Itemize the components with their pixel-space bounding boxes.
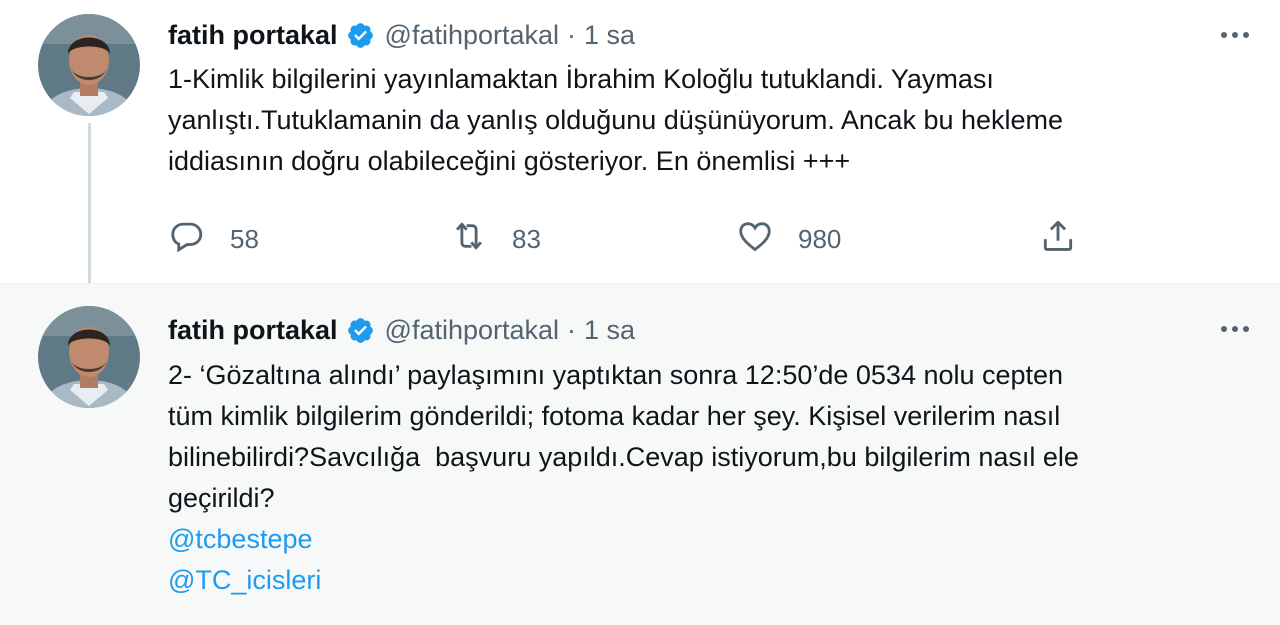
reply-count: 58	[230, 223, 259, 254]
author-name[interactable]: fatih portakal	[168, 315, 338, 346]
retweet-icon	[450, 217, 488, 262]
more-options-icon[interactable]	[1216, 314, 1254, 344]
tweet-header: fatih portakal @fatihportakal · 1 sa	[168, 15, 635, 55]
tweet-timestamp[interactable]: 1 sa	[584, 315, 635, 346]
tweet-2[interactable]: fatih portakal @fatihportakal · 1 sa 2- …	[0, 284, 1280, 625]
header-separator: ·	[567, 314, 577, 345]
mention-link[interactable]: @tcbestepe	[168, 524, 313, 554]
verified-badge-icon	[346, 21, 375, 50]
reply-button[interactable]: 58	[168, 214, 259, 264]
like-icon	[736, 217, 774, 262]
mention-link[interactable]: @TC_icisleri	[168, 565, 321, 595]
tweet-timestamp[interactable]: 1 sa	[584, 20, 635, 51]
avatar[interactable]	[38, 306, 140, 408]
reply-icon	[168, 217, 206, 262]
tweet-text: 1-Kimlik bilgilerini yayınlamaktan İbrah…	[168, 64, 1064, 176]
tweet-actions: 58 83 980	[168, 214, 1088, 264]
thread-connector-line	[88, 123, 91, 301]
more-options-icon[interactable]	[1216, 20, 1254, 50]
author-handle[interactable]: @fatihportakal	[385, 315, 560, 346]
header-separator: ·	[567, 19, 577, 50]
tweet-1[interactable]: fatih portakal @fatihportakal · 1 sa 1-K…	[0, 0, 1280, 301]
author-handle[interactable]: @fatihportakal	[385, 20, 560, 51]
tweet-body: 2- ‘Gözaltına alındı’ paylaşımını yaptık…	[168, 360, 1079, 513]
retweet-count: 83	[512, 223, 541, 254]
share-button[interactable]	[1039, 214, 1077, 264]
retweet-button[interactable]: 83	[450, 214, 541, 264]
tweet-text: 2- ‘Gözaltına alındı’ paylaşımını yaptık…	[168, 355, 1258, 601]
like-button[interactable]: 980	[736, 214, 841, 264]
avatar[interactable]	[38, 14, 140, 116]
author-name[interactable]: fatih portakal	[168, 20, 338, 51]
like-count: 980	[798, 223, 842, 254]
tweet-header: fatih portakal @fatihportakal · 1 sa	[168, 310, 635, 350]
verified-badge-icon	[346, 316, 375, 345]
share-icon	[1039, 217, 1077, 262]
